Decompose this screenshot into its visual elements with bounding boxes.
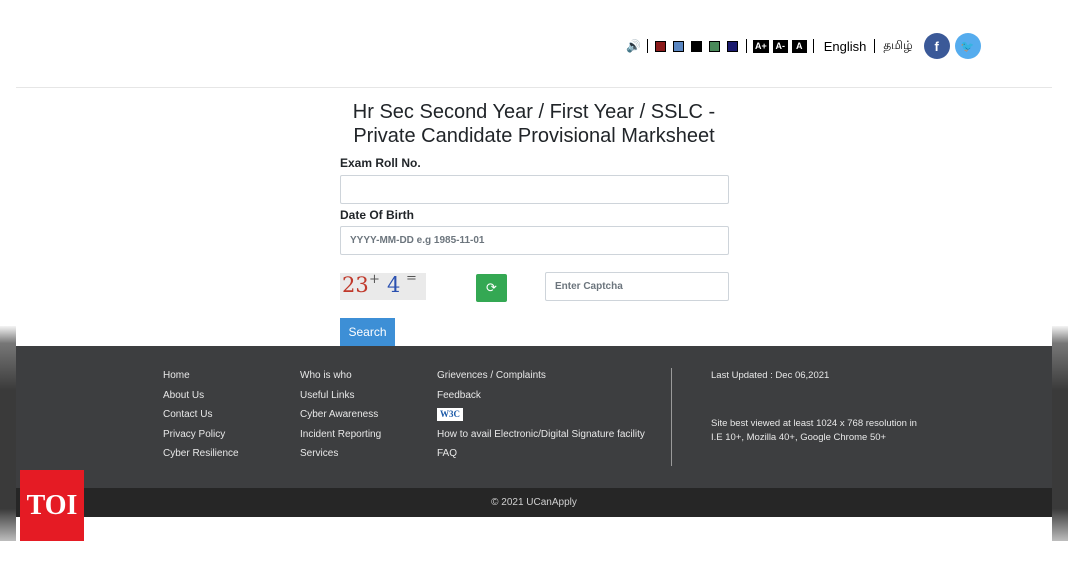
color-theme-maroon[interactable] [655, 40, 667, 52]
footer-link-feedback[interactable]: Feedback [437, 389, 645, 409]
footer-link-faq[interactable]: FAQ [437, 447, 645, 467]
footer-link-digital-signature[interactable]: How to avail Electronic/Digital Signatur… [437, 428, 645, 448]
footer-col-2: Who is who Useful Links Cyber Awareness … [300, 369, 381, 467]
twitter-icon[interactable]: 🐦 [954, 33, 981, 59]
right-gutter [1052, 326, 1068, 541]
dob-label: Date Of Birth [340, 208, 415, 222]
captcha-digit-a: 23 [342, 273, 369, 297]
font-reset-button[interactable]: A [791, 39, 807, 53]
accessibility-bar: 🔊 A+ A- A English தமிழ் f 🐦 [626, 30, 981, 62]
footer-link-cyber-awareness[interactable]: Cyber Awareness [300, 408, 381, 428]
roll-number-label: Exam Roll No. [340, 156, 421, 170]
captcha-image: 23 + 4 = [340, 273, 426, 300]
footer-link-home[interactable]: Home [163, 369, 239, 389]
font-increase-button[interactable]: A+ [752, 39, 769, 53]
left-gutter [0, 326, 16, 541]
header-divider [16, 87, 1052, 88]
captcha-operator: + [369, 273, 380, 287]
copyright-bar: © 2021 UCanApply [16, 488, 1052, 517]
footer-link-services[interactable]: Services [300, 447, 381, 467]
footer-link-privacy[interactable]: Privacy Policy [163, 428, 239, 448]
speaker-icon[interactable]: 🔊 [626, 39, 641, 53]
page-title-line-2: Private Candidate Provisional Marksheet [353, 125, 715, 147]
captcha-equals: = [406, 273, 417, 286]
refresh-icon: ⟳ [486, 280, 497, 295]
footer-col-3: Grievences / Complaints Feedback W3C How… [437, 369, 645, 467]
separator [745, 39, 747, 53]
browser-note: Site best viewed at least 1024 x 768 res… [711, 417, 917, 445]
color-theme-navy[interactable] [727, 40, 739, 52]
footer-col-1: Home About Us Contact Us Privacy Policy … [163, 369, 239, 467]
dob-input[interactable] [340, 226, 729, 255]
browser-note-line-2: I.E 10+, Mozilla 40+, Google Chrome 50+ [711, 432, 887, 443]
page-title: Hr Sec Second Year / First Year / SSLC -… [334, 100, 734, 148]
footer-w3c-link[interactable]: W3C [437, 408, 645, 428]
copyright-text: © 2021 UCanApply [491, 497, 577, 508]
refresh-captcha-button[interactable]: ⟳ [476, 274, 507, 302]
footer-link-contact[interactable]: Contact Us [163, 408, 239, 428]
separator [812, 39, 814, 53]
footer-link-about[interactable]: About Us [163, 389, 239, 409]
footer-link-who-is-who[interactable]: Who is who [300, 369, 381, 389]
footer-link-useful-links[interactable]: Useful Links [300, 389, 381, 409]
footer-link-incident-reporting[interactable]: Incident Reporting [300, 428, 381, 448]
footer-link-cyber-resilience[interactable]: Cyber Resilience [163, 447, 239, 467]
footer-divider [671, 368, 672, 466]
lang-english-link[interactable]: English [824, 39, 867, 54]
facebook-icon[interactable]: f [923, 33, 950, 59]
search-button[interactable]: Search [340, 318, 395, 346]
separator [646, 39, 648, 53]
browser-note-line-1: Site best viewed at least 1024 x 768 res… [711, 418, 917, 429]
font-decrease-button[interactable]: A- [772, 39, 788, 53]
color-theme-green[interactable] [709, 40, 721, 52]
captcha-input[interactable] [545, 272, 729, 301]
footer: Home About Us Contact Us Privacy Policy … [16, 346, 1052, 488]
page-title-line-1: Hr Sec Second Year / First Year / SSLC - [352, 101, 716, 123]
captcha-digit-b: 4 [387, 273, 401, 297]
footer-link-grievances[interactable]: Grievences / Complaints [437, 369, 645, 389]
lang-tamil-link[interactable]: தமிழ் [883, 38, 912, 54]
roll-number-input[interactable] [340, 175, 729, 204]
toi-logo: TOI [20, 470, 84, 541]
color-theme-black[interactable] [691, 40, 703, 52]
color-theme-blue[interactable] [673, 40, 685, 52]
separator [874, 39, 876, 53]
w3c-badge: W3C [437, 408, 463, 421]
last-updated: Last Updated : Dec 06,2021 [711, 370, 830, 381]
